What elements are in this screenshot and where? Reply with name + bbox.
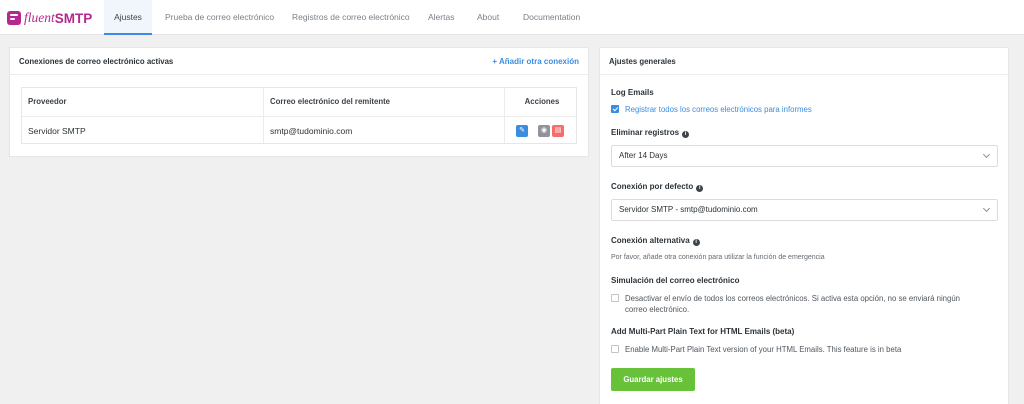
brand-logo[interactable]: fluent SMTP — [7, 10, 92, 26]
fallback-helper-text: Por favor, añade otra conexión para util… — [611, 254, 825, 261]
email-simulation-line-2: correo electrónico. — [625, 305, 690, 314]
info-icon[interactable]: i — [682, 130, 690, 138]
general-settings-card: Ajustes generales Log Emails Registrar t… — [599, 47, 1009, 404]
multipart-label: Add Multi-Part Plain Text for HTML Email… — [611, 327, 795, 336]
save-settings-button[interactable]: Guardar ajustes — [611, 368, 695, 391]
delete-logs-label-text: Eliminar registros — [611, 128, 680, 137]
column-header-sender: Correo electrónico del remitente — [270, 97, 391, 106]
delete-logs-label: Eliminar registros i — [611, 128, 690, 138]
delete-logs-select[interactable]: After 14 Days — [611, 145, 998, 167]
pencil-icon: ✎ — [519, 127, 525, 134]
brand-name-fluent: fluent — [24, 10, 55, 25]
row-sender: smtp@tudominio.com — [270, 126, 353, 136]
delete-logs-value: After 14 Days — [619, 151, 668, 160]
column-divider — [504, 88, 505, 143]
email-simulation-checkbox-label[interactable]: Desactivar el envío de todos los correos… — [625, 293, 960, 315]
tab-prueba-correo[interactable]: Prueba de correo electrónico — [165, 0, 274, 35]
general-settings-title: Ajustes generales — [600, 48, 1008, 75]
edit-connection-button[interactable]: ✎ — [516, 125, 528, 137]
column-header-actions: Acciones — [524, 97, 560, 106]
tab-ajustes[interactable]: Ajustes — [104, 0, 152, 35]
chevron-down-icon — [982, 204, 991, 213]
connections-card: Conexiones de correo electrónico activas… — [9, 47, 589, 157]
column-header-provider: Proveedor — [28, 97, 67, 106]
tab-registros-correo[interactable]: Registros de correo electrónico — [292, 0, 410, 35]
brand-name-smtp: SMTP — [54, 10, 93, 26]
tab-alertas[interactable]: Alertas — [428, 0, 454, 35]
default-connection-select[interactable]: Servidor SMTP - smtp@tudominio.com — [611, 199, 998, 221]
top-nav: fluent SMTP Ajustes Prueba de correo elec… — [0, 0, 1024, 35]
log-emails-label: Log Emails — [611, 88, 654, 97]
fallback-connection-label: Conexión alternativa i — [611, 236, 700, 246]
default-connection-value: Servidor SMTP - smtp@tudominio.com — [619, 205, 758, 214]
default-connection-label-text: Conexión por defecto — [611, 182, 694, 191]
multipart-checkbox-label[interactable]: Enable Multi-Part Plain Text version of … — [625, 344, 901, 355]
add-connection-link[interactable]: + Añadir otra conexión — [492, 48, 579, 75]
default-connection-label: Conexión por defecto i — [611, 182, 704, 192]
info-icon[interactable]: i — [692, 238, 700, 246]
tab-documentation[interactable]: Documentation — [523, 0, 580, 35]
row-provider: Servidor SMTP — [28, 126, 86, 136]
multipart-checkbox[interactable] — [611, 345, 619, 353]
fluentsmtp-logo-icon — [7, 11, 21, 25]
tab-about[interactable]: About — [477, 0, 499, 35]
chevron-down-icon — [982, 150, 991, 159]
trash-icon: ▤ — [554, 127, 562, 134]
delete-connection-button[interactable]: ▤ — [552, 125, 564, 137]
info-icon[interactable]: i — [696, 184, 704, 192]
eye-icon: ◉ — [540, 127, 548, 134]
column-divider — [263, 88, 264, 143]
email-simulation-line-1: Desactivar el envío de todos los correos… — [625, 294, 961, 303]
fallback-connection-label-text: Conexión alternativa — [611, 236, 690, 245]
log-emails-checkbox-label[interactable]: Registrar todos los correos electrónicos… — [625, 104, 812, 115]
email-simulation-checkbox[interactable] — [611, 294, 619, 302]
email-simulation-label: Simulación del correo electrónico — [611, 276, 740, 285]
connections-table: Proveedor Correo electrónico del remiten… — [21, 87, 577, 144]
log-emails-checkbox[interactable] — [611, 105, 619, 113]
view-connection-button[interactable]: ◉ — [538, 125, 550, 137]
